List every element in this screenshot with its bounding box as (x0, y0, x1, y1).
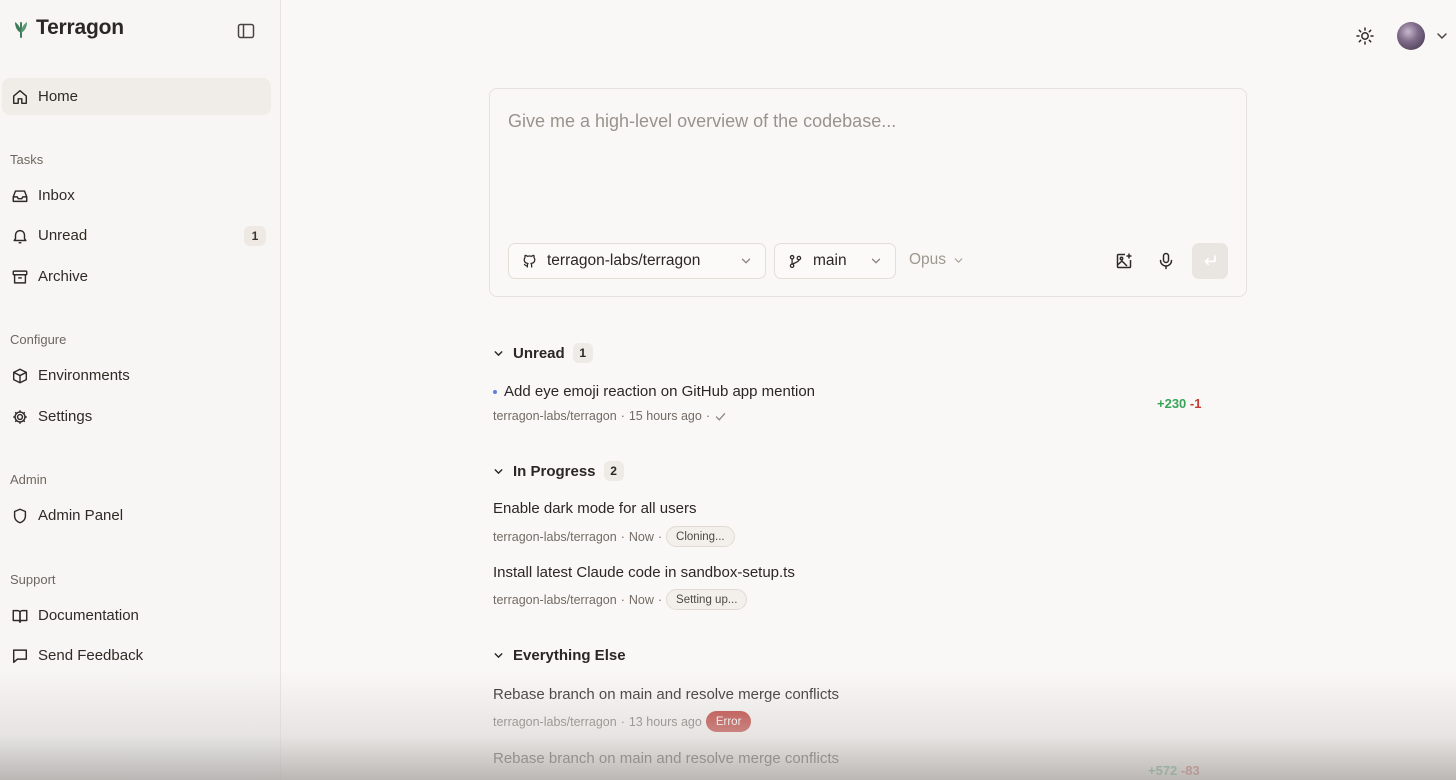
task-repo: terragon-labs/terragon (493, 409, 617, 423)
check-icon (715, 412, 726, 421)
sidebar-toggle-icon[interactable] (236, 21, 256, 41)
sidebar-item-label: Admin Panel (38, 507, 124, 524)
chevron-down-icon (954, 257, 963, 263)
repo-selector[interactable]: terragon-labs/terragon (508, 243, 766, 279)
inbox-icon (12, 189, 28, 202)
group-title: Unread (513, 344, 565, 362)
sidebar-item-label: Environments (38, 367, 130, 384)
task-meta: terragon-labs/terragon · 15 hours ago · (493, 409, 727, 423)
task-repo: terragon-labs/terragon (493, 529, 617, 544)
image-plus-icon[interactable] (1114, 251, 1134, 271)
task-title[interactable]: Install latest Claude code in sandbox-se… (493, 564, 795, 581)
additions: +230 (1157, 396, 1187, 411)
section-label-configure: Configure (10, 332, 67, 347)
submit-button[interactable] (1192, 243, 1228, 279)
model-selector[interactable]: Opus (909, 251, 965, 269)
status-badge: Cloning... (666, 526, 735, 547)
chevron-down-icon (494, 468, 503, 474)
brand-name: Terragon (36, 16, 124, 39)
group-count-badge: 1 (572, 343, 593, 363)
sidebar-item-environments[interactable]: Environments (2, 357, 271, 394)
book-icon (12, 609, 28, 623)
task-repo: terragon-labs/terragon (493, 714, 617, 729)
sidebar-item-label: Send Feedback (38, 647, 144, 664)
group-count-badge: 2 (603, 461, 624, 481)
brand[interactable]: Terragon (12, 16, 124, 40)
sidebar-item-admin-panel[interactable]: Admin Panel (2, 497, 271, 534)
prompt-input[interactable]: Give me a high-level overview of the cod… (508, 111, 896, 132)
diff-stats: +230 -1 (1157, 396, 1201, 411)
section-label-support: Support (10, 572, 56, 587)
repo-name: terragon-labs/terragon (547, 252, 701, 269)
deletions: -1 (1189, 396, 1202, 411)
group-header-unread[interactable]: Unread 1 (492, 343, 593, 363)
sidebar: Terragon Home Tasks Inbox Unread 1 Archi… (0, 0, 281, 780)
diff-stats: +572 -83 (1148, 763, 1200, 778)
task-title[interactable]: Rebase branch on main and resolve merge … (493, 686, 839, 703)
task-time: Now (628, 592, 654, 607)
terragon-logo-icon (15, 22, 27, 38)
sidebar-item-label: Documentation (38, 607, 139, 624)
unread-indicator (493, 390, 497, 394)
shield-icon (13, 508, 27, 523)
chevron-down-icon (741, 258, 751, 264)
archive-icon (12, 269, 28, 284)
unread-count-badge: 1 (244, 226, 266, 246)
github-icon (523, 254, 536, 267)
task-time: 13 hours ago (628, 714, 702, 729)
bell-icon (13, 229, 27, 243)
microphone-icon[interactable] (1156, 251, 1176, 271)
task-title[interactable]: Add eye emoji reaction on GitHub app men… (504, 383, 815, 400)
task-composer: Give me a high-level overview of the cod… (489, 88, 1247, 297)
chevron-down-icon (871, 258, 881, 264)
group-header-in-progress[interactable]: In Progress 2 (492, 461, 624, 481)
additions: +572 (1148, 763, 1178, 778)
sidebar-item-label: Home (38, 88, 79, 105)
group-title: Everything Else (513, 647, 626, 664)
message-icon (12, 648, 28, 663)
task-repo: terragon-labs/terragon (493, 592, 617, 607)
cube-icon (12, 368, 28, 383)
sidebar-item-unread[interactable]: Unread 1 (2, 217, 271, 254)
branch-selector[interactable]: main (774, 243, 896, 279)
sidebar-item-home[interactable]: Home (2, 78, 271, 115)
task-title[interactable]: Rebase branch on main and resolve merge … (493, 750, 839, 767)
section-label-tasks: Tasks (10, 152, 44, 167)
home-icon (12, 89, 28, 104)
sidebar-item-settings[interactable]: Settings (2, 398, 271, 435)
status-badge: Error (705, 711, 752, 732)
chevron-down-icon (494, 653, 503, 659)
sidebar-item-label: Inbox (38, 187, 75, 204)
status-badge: Setting up... (666, 589, 748, 610)
gear-icon (13, 409, 27, 424)
chevron-down-icon[interactable] (1434, 28, 1450, 44)
sidebar-item-archive[interactable]: Archive (2, 258, 271, 295)
task-meta: terragon-labs/terragon · Now · Setting u… (493, 589, 748, 610)
sidebar-item-send-feedback[interactable]: Send Feedback (2, 637, 271, 674)
chevron-down-icon (494, 350, 503, 356)
sidebar-item-documentation[interactable]: Documentation (2, 597, 271, 634)
deletions: -83 (1180, 763, 1200, 778)
section-label-admin: Admin (10, 472, 47, 487)
group-title: In Progress (513, 462, 596, 480)
task-meta: terragon-labs/terragon · 13 hours ago Er… (493, 711, 752, 732)
sidebar-item-label: Settings (38, 408, 93, 425)
task-time: Now (628, 529, 654, 544)
task-meta: terragon-labs/terragon · Now · Cloning..… (493, 526, 735, 547)
group-header-everything-else[interactable]: Everything Else (492, 647, 626, 664)
task-time: 15 hours ago (628, 409, 702, 423)
task-title[interactable]: Enable dark mode for all users (493, 500, 696, 517)
avatar[interactable] (1397, 22, 1425, 50)
model-name: Opus (909, 251, 947, 268)
sidebar-item-inbox[interactable]: Inbox (2, 177, 271, 214)
sidebar-item-label: Archive (38, 268, 89, 285)
sidebar-item-label: Unread (38, 227, 88, 244)
branch-icon (789, 254, 802, 268)
branch-name: main (813, 252, 847, 269)
sun-icon[interactable] (1355, 26, 1375, 46)
enter-icon (1204, 255, 1216, 265)
